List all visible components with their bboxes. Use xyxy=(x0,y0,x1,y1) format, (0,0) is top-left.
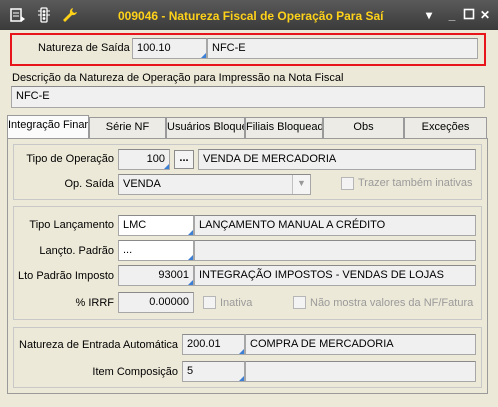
trazer-inativas-label: Trazer também inativas xyxy=(358,177,473,189)
inativa-label: Inativa xyxy=(220,297,253,309)
nao-mostra-valores-label: Não mostra valores da NF/Fatura xyxy=(310,297,474,309)
op-saida-value: VENDA xyxy=(123,178,161,190)
irrf-field[interactable]: 0.00000 xyxy=(118,292,194,313)
natureza-saida-label: Natureza de Saída xyxy=(38,42,130,54)
menu-icon[interactable] xyxy=(10,7,26,23)
title-bar: 009046 - Natureza Fiscal de Operação Par… xyxy=(0,0,498,30)
close-icon[interactable]: ✕ xyxy=(478,8,492,22)
window-title: 009046 - Natureza Fiscal de Operação Par… xyxy=(118,9,384,23)
inativa-checkbox[interactable] xyxy=(203,296,216,309)
tipo-operacao-label: Tipo de Operação xyxy=(26,153,114,165)
lancto-padrao-desc-field xyxy=(194,240,476,261)
lto-padrao-imposto-desc-field: INTEGRAÇÃO IMPOSTOS - VENDAS DE LOJAS xyxy=(194,265,476,286)
maximize-icon[interactable] xyxy=(462,8,476,22)
minimize-icon[interactable]: _ xyxy=(445,8,459,22)
tipo-operacao-desc-field: VENDA DE MERCADORIA xyxy=(198,149,476,170)
natureza-entrada-label: Natureza de Entrada Automática xyxy=(19,339,178,351)
chevron-down-icon[interactable]: ▼ xyxy=(292,175,310,194)
tipo-lancamento-label: Tipo Lançamento xyxy=(29,219,114,231)
lto-padrao-imposto-code-field[interactable]: 93001 xyxy=(118,265,194,286)
nao-mostra-valores-checkbox[interactable] xyxy=(293,296,306,309)
tab-serie-nf[interactable]: Série NF xyxy=(89,117,166,138)
lto-padrao-imposto-label: Lto Padrão Imposto xyxy=(18,270,115,282)
tipo-operacao-lookup-button[interactable]: ... xyxy=(174,150,194,169)
natureza-entrada-desc-field: COMPRA DE MERCADORIA xyxy=(245,334,476,355)
tab-filiais-bloqueadas[interactable]: Filiais Bloquead xyxy=(245,117,323,138)
tab-excecoes[interactable]: Exceções xyxy=(404,117,487,138)
trazer-inativas-checkbox[interactable] xyxy=(341,177,354,190)
lancto-padrao-code-field[interactable]: ... xyxy=(118,240,194,261)
tab-obs[interactable]: Obs xyxy=(323,117,404,138)
irrf-label: % IRRF xyxy=(75,297,115,309)
item-composicao-label: Item Composição xyxy=(92,366,178,378)
op-saida-label: Op. Saída xyxy=(64,178,114,190)
item-composicao-desc-field xyxy=(245,361,476,382)
tab-integracao-financeira[interactable]: Integração Finar xyxy=(7,115,89,140)
item-composicao-code-field[interactable]: 5 xyxy=(182,361,245,382)
descricao-field[interactable]: NFC-E xyxy=(11,86,485,108)
wrench-icon[interactable] xyxy=(62,7,78,23)
tab-usuarios-bloqueados[interactable]: Usuários Bloque xyxy=(166,117,245,138)
lancto-padrao-label: Lançto. Padrão xyxy=(39,245,114,257)
traffic-light-icon[interactable] xyxy=(36,7,52,23)
descricao-label: Descrição da Natureza de Operação para I… xyxy=(12,72,344,84)
tipo-operacao-code-field[interactable]: 100 xyxy=(118,149,170,170)
natureza-saida-code-field[interactable]: 100.10 xyxy=(132,38,207,59)
natureza-entrada-code-field[interactable]: 200.01 xyxy=(182,334,245,355)
options-icon[interactable]: ▾ xyxy=(422,8,436,22)
tipo-lancamento-code-field[interactable]: LMC xyxy=(118,215,194,236)
op-saida-select[interactable]: VENDA ▼ xyxy=(118,174,311,195)
natureza-saida-desc-field: NFC-E xyxy=(207,38,478,59)
tipo-lancamento-desc-field: LANÇAMENTO MANUAL A CRÉDITO xyxy=(194,215,476,236)
